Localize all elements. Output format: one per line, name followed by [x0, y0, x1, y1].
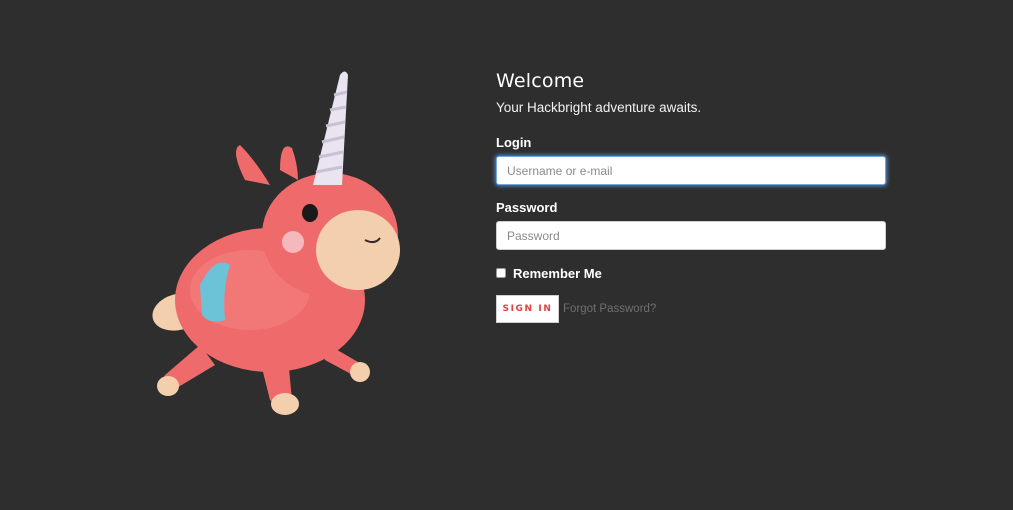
forgot-password-link[interactable]: Forgot Password? — [563, 303, 656, 315]
login-page: Welcome Your Hackbright adventure awaits… — [0, 0, 1013, 510]
login-input[interactable] — [496, 156, 886, 185]
sign-in-button[interactable]: SIGN IN — [496, 295, 559, 323]
page-title: Welcome — [496, 70, 585, 92]
login-actions: SIGN IN Forgot Password? — [496, 295, 886, 323]
password-input[interactable] — [496, 221, 886, 250]
remember-me-checkbox[interactable] — [496, 268, 506, 278]
inflatable-unicorn-icon — [152, 71, 400, 415]
login-label: Login — [496, 135, 532, 150]
password-label: Password — [496, 200, 558, 215]
login-panel: Welcome Your Hackbright adventure awaits… — [496, 70, 886, 323]
remember-me-label[interactable]: Remember Me — [513, 266, 602, 281]
tagline: Your Hackbright adventure awaits. — [496, 100, 702, 115]
remember-me-row: Remember Me — [496, 265, 886, 281]
